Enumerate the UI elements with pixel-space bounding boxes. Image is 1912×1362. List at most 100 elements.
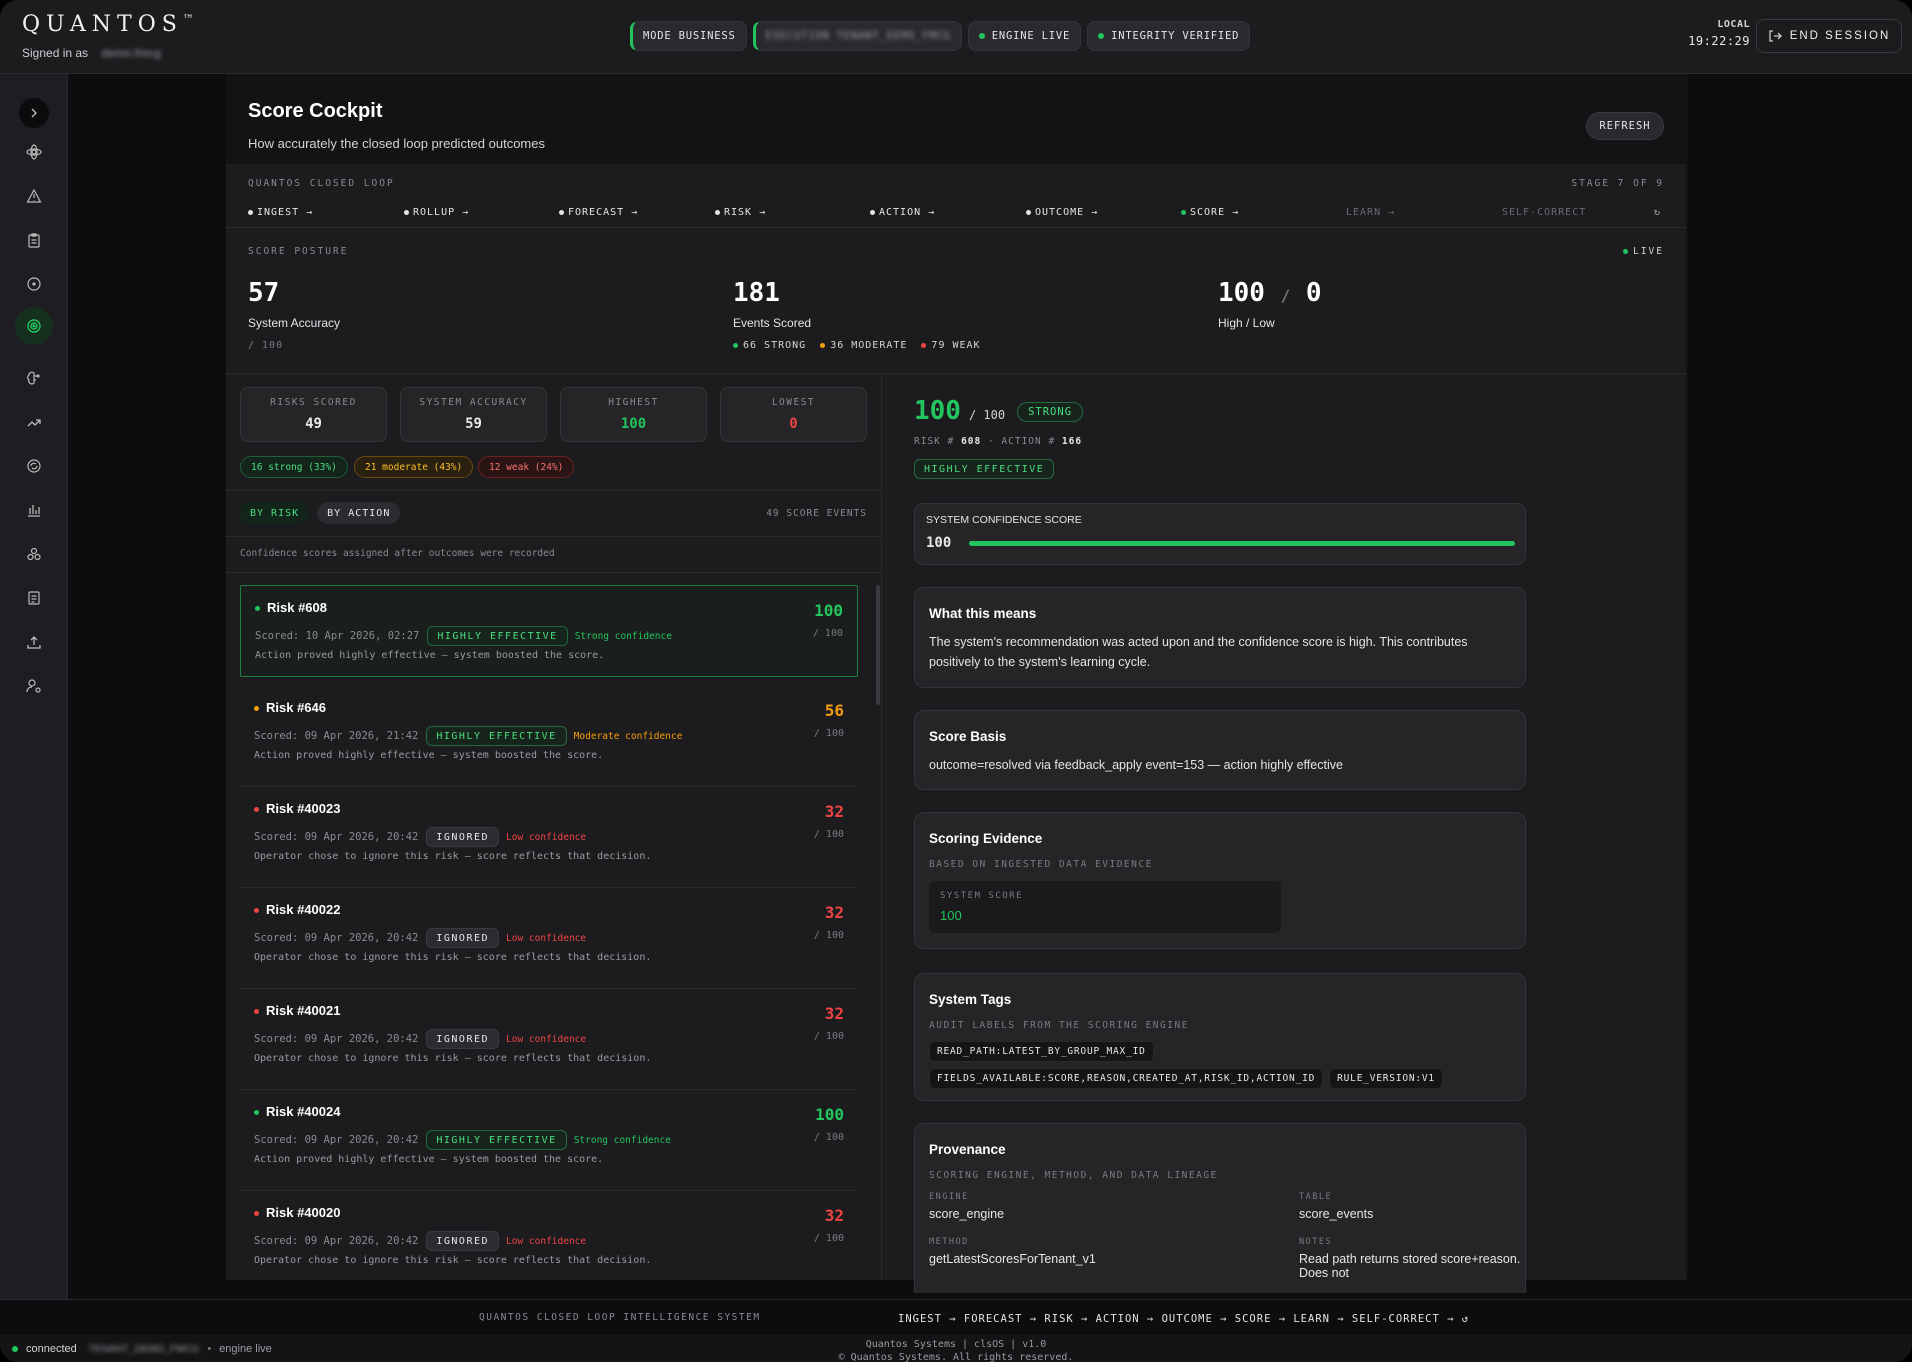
list-scrollbar[interactable] — [876, 585, 880, 705]
tag-rule-version: RULE_VERSION:V1 — [1329, 1068, 1443, 1089]
basis-title: Score Basis — [929, 729, 1007, 744]
stage-rollup[interactable]: ROLLUP → — [404, 207, 469, 218]
stage-forecast[interactable]: FORECAST → — [559, 207, 638, 218]
score-event-row[interactable]: Risk #646 Scored: 09 Apr 2026, 21:42 HIGHL… — [240, 686, 858, 787]
event-score: 32 — [824, 1004, 844, 1023]
tab-by-action[interactable]: BY ACTION — [317, 502, 401, 524]
posture-label: SCORE POSTURE — [248, 246, 349, 257]
stage-learn[interactable]: LEARN → — [1346, 207, 1395, 218]
tab-by-risk[interactable]: BY RISK — [240, 502, 310, 524]
score-event-row[interactable]: Risk #40024 Scored: 09 Apr 2026, 20:42 HIG… — [240, 1090, 858, 1191]
sidebar-item-documents[interactable] — [20, 584, 48, 612]
integrity-pill: INTEGRITY VERIFIED — [1087, 21, 1251, 51]
page-title: Score Cockpit — [248, 100, 383, 122]
event-status-badge: HIGHLY EFFECTIVE — [426, 1130, 567, 1150]
event-title: Risk #40024 — [254, 1104, 340, 1119]
evidence-sub: BASED ON INGESTED DATA EVIDENCE — [929, 859, 1153, 870]
mode-pill: MODE BUSINESS — [630, 21, 747, 51]
event-score-max: / 100 — [813, 829, 844, 840]
score-basis-card: Score Basis outcome=resolved via feedbac… — [914, 710, 1526, 790]
sidebar-item-alerts[interactable] — [20, 182, 48, 210]
sidebar-toggle[interactable] — [19, 98, 49, 128]
confidence-track — [969, 541, 1515, 546]
provenance-title: Provenance — [929, 1142, 1006, 1157]
stage-outcome[interactable]: OUTCOME → — [1026, 207, 1098, 218]
stage-score[interactable]: SCORE → — [1181, 207, 1239, 218]
bar-chart-icon — [28, 505, 40, 517]
detail-ids: RISK # 608 · ACTION # 166 — [914, 436, 1083, 447]
event-status-badge: HIGHLY EFFECTIVE — [427, 626, 568, 646]
cluster-icon — [27, 547, 41, 561]
top-bar: QUANTOS™ Signed in as demo.fmcg MODE BUS… — [0, 0, 1912, 74]
sidebar-item-tasks[interactable] — [20, 226, 48, 254]
confidence-bar — [969, 541, 1515, 546]
event-scored-at: Scored: 09 Apr 2026, 20:42 — [254, 1235, 419, 1247]
end-session-button[interactable]: END SESSION — [1756, 19, 1902, 53]
event-score: 100 — [815, 1105, 844, 1124]
score-event-row[interactable]: Risk #40023 Scored: 09 Apr 2026, 20:42 IGN… — [240, 787, 858, 888]
legend-weak: 79 WEAK — [921, 340, 980, 351]
tags-title: System Tags — [929, 992, 1012, 1007]
provenance-sub: SCORING ENGINE, METHOD, AND DATA LINEAGE — [929, 1170, 1218, 1181]
refresh-button[interactable]: REFRESH — [1586, 112, 1664, 140]
stage-risk[interactable]: RISK → — [715, 207, 766, 218]
app-window: QUANTOS™ Signed in as demo.fmcg MODE BUS… — [0, 0, 1912, 1362]
sidebar-item-target[interactable] — [20, 270, 48, 298]
what-this-means-card: What this means The system's recommendat… — [914, 587, 1526, 688]
stage-ingest[interactable]: INGEST → — [248, 207, 313, 218]
page-subtitle: How accurately the closed loop predicted… — [248, 136, 545, 151]
chip-moderate[interactable]: 21 moderate (43%) — [354, 456, 474, 478]
event-score-max: / 100 — [813, 1233, 844, 1244]
sidebar-item-score[interactable] — [15, 307, 53, 345]
sidebar-item-overview[interactable] — [20, 138, 48, 166]
event-title: Risk #40022 — [254, 902, 340, 917]
execution-pill: EXECUTION TENANT_DEMO_FMCG — [752, 21, 962, 51]
sidebar-item-reports[interactable] — [20, 496, 48, 524]
event-score: 100 — [814, 601, 843, 620]
system-score-value: 100 — [940, 908, 962, 923]
event-title: Risk #608 — [255, 600, 327, 615]
sidebar-item-learn[interactable] — [20, 364, 48, 392]
chevron-right-icon — [31, 108, 37, 118]
score-event-row[interactable]: Risk #608 Scored: 10 Apr 2026, 02:27 HIGHL… — [240, 585, 858, 677]
event-score: 56 — [824, 701, 844, 720]
stat-highest: HIGHEST 100 — [560, 387, 707, 442]
stage-count: STAGE 7 OF 9 — [1571, 178, 1664, 189]
sidebar-item-trends[interactable] — [20, 408, 48, 436]
event-scored-at: Scored: 09 Apr 2026, 21:42 — [254, 730, 419, 742]
event-scored-at: Scored: 09 Apr 2026, 20:42 — [254, 831, 419, 843]
event-confidence: Low confidence — [506, 831, 587, 843]
refresh-cycle-icon — [27, 459, 41, 473]
score-event-row[interactable]: Risk #40022 Scored: 09 Apr 2026, 20:42 IGN… — [240, 888, 858, 989]
provenance-card: Provenance SCORING ENGINE, METHOD, AND D… — [914, 1123, 1526, 1293]
event-score-max: / 100 — [812, 628, 843, 639]
kpi-events: 181 Events Scored 66 STRONG 36 MODERATE … — [733, 278, 981, 351]
stage-self-correct[interactable]: SELF-CORRECT — [1502, 207, 1586, 218]
event-confidence: Low confidence — [506, 1235, 587, 1247]
sidebar-item-users[interactable] — [20, 672, 48, 700]
event-note: Action proved highly effective — system … — [255, 650, 605, 661]
event-status-badge: HIGHLY EFFECTIVE — [426, 726, 567, 746]
stat-risks-scored: RISKS SCORED 49 — [240, 387, 387, 442]
engine-value: score_engine — [929, 1207, 1005, 1221]
score-event-row[interactable]: Risk #40020 Scored: 09 Apr 2026, 20:42 IGN… — [240, 1191, 858, 1280]
score-event-row[interactable]: Risk #40021 Scored: 09 Apr 2026, 20:42 IGN… — [240, 989, 858, 1090]
kpi-accuracy: 57 System Accuracy / 100 — [248, 278, 341, 351]
event-status-badge: IGNORED — [426, 1231, 500, 1251]
confidence-value: 100 — [926, 535, 952, 551]
stage-action[interactable]: ACTION → — [870, 207, 935, 218]
tag-read-path: READ_PATH:LATEST_BY_GROUP_MAX_ID — [929, 1041, 1154, 1062]
event-score: 32 — [824, 1206, 844, 1225]
chip-strong[interactable]: 16 strong (33%) — [240, 456, 348, 478]
clipboard-icon — [28, 233, 40, 248]
sidebar-item-export[interactable] — [20, 628, 48, 656]
engine-pill: ENGINE LIVE — [967, 21, 1082, 51]
sidebar-item-cycle[interactable] — [20, 452, 48, 480]
event-status-badge: IGNORED — [426, 827, 500, 847]
chip-weak[interactable]: 12 weak (24%) — [478, 456, 575, 478]
trending-up-icon — [27, 419, 41, 427]
event-title: Risk #646 — [254, 700, 326, 715]
sidebar-item-network[interactable] — [20, 540, 48, 568]
meaning-title: What this means — [929, 606, 1037, 621]
event-note: Action proved highly effective — system … — [254, 750, 604, 761]
